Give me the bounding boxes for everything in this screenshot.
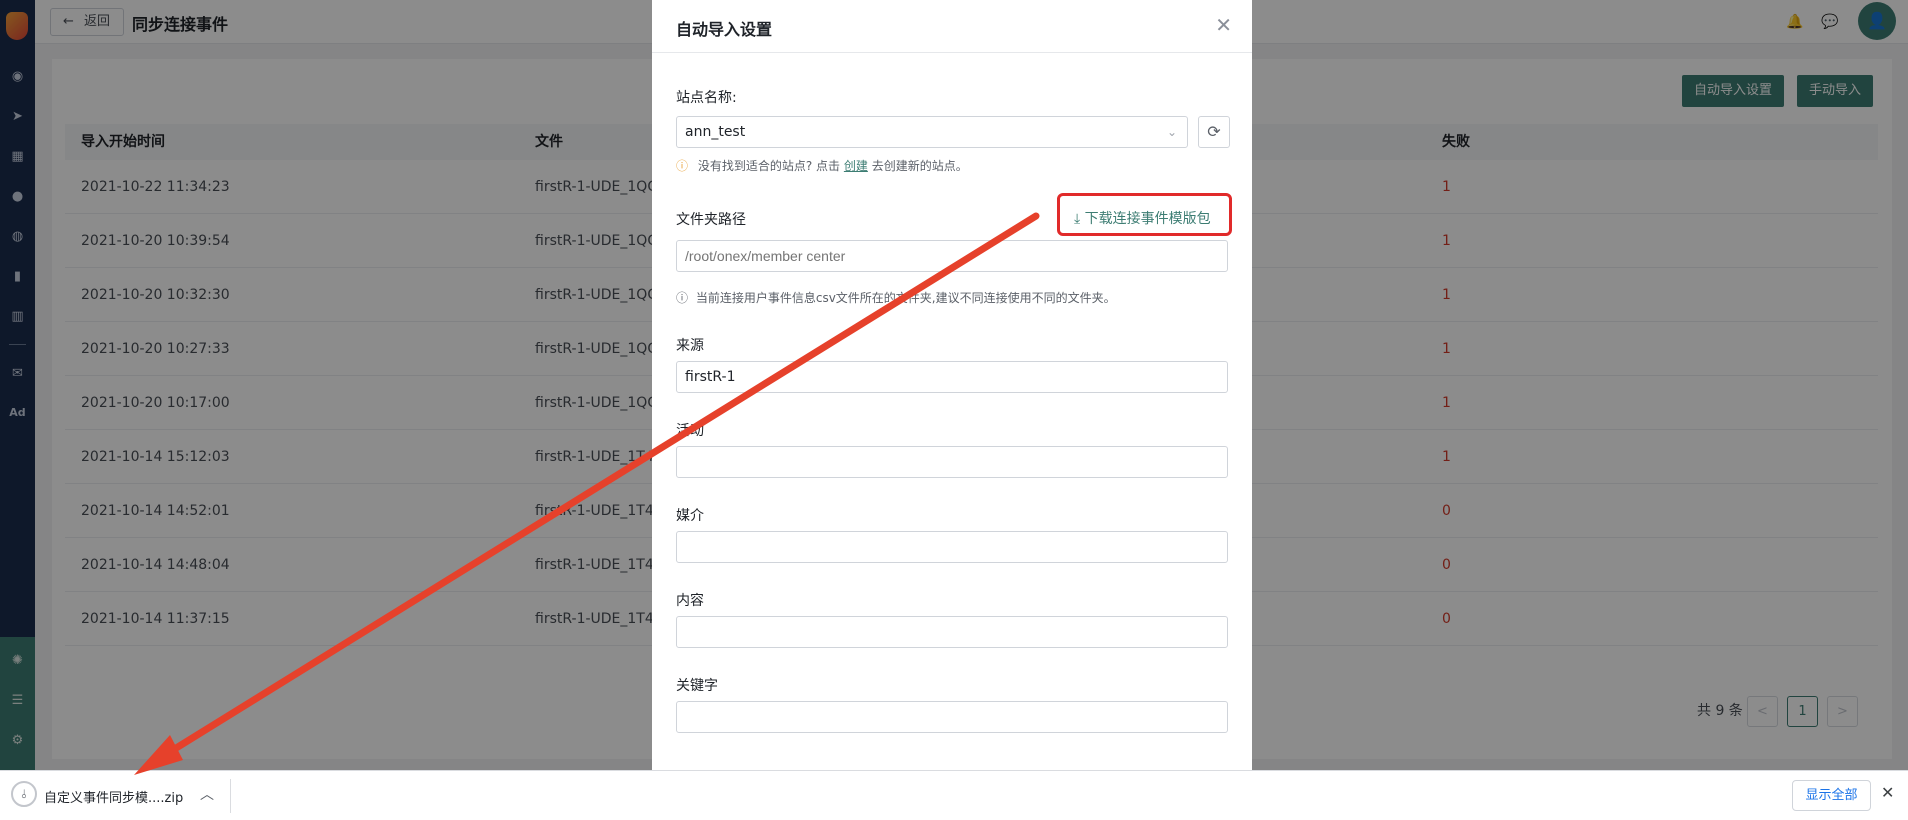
medium-label: 媒介: [676, 508, 704, 524]
chevron-down-icon: ⌄: [1166, 125, 1177, 139]
folder-path-label: 文件夹路径: [676, 212, 746, 228]
source-label: 来源: [676, 338, 704, 354]
keyword-input[interactable]: [676, 701, 1228, 733]
source-input[interactable]: firstR-1: [676, 361, 1228, 393]
refresh-icon[interactable]: ⟳: [1198, 116, 1230, 148]
download-template-link[interactable]: ⤓ 下载连接事件模版包: [1074, 208, 1211, 228]
site-hint-suffix: 去创建新的站点。: [871, 159, 968, 173]
keyword-label: 关键字: [676, 678, 718, 694]
auto-import-modal: 自动导入设置 ✕ 站点名称: ann_test ⌄ ⟳ ⓘ 没有找到适合的站点?…: [652, 0, 1252, 770]
site-hint-prefix: 没有找到适合的站点? 点击: [697, 159, 841, 173]
modal-title: 自动导入设置: [676, 20, 773, 39]
download-bar: ⫰ 自定义事件同步模....zip ︿ 显示全部 ✕: [0, 770, 1908, 820]
campaign-label: 活动: [676, 423, 704, 439]
close-icon[interactable]: ✕: [1215, 14, 1232, 36]
chevron-up-icon[interactable]: ︿: [200, 784, 214, 804]
download-bar-divider: [230, 779, 231, 813]
create-site-link[interactable]: 创建: [844, 159, 868, 173]
content-label: 内容: [676, 593, 704, 609]
folder-hint-text: 当前连接用户事件信息csv文件所在的文件夹,建议不同连接使用不同的文件夹。: [695, 291, 1116, 305]
download-file-name[interactable]: 自定义事件同步模....zip: [44, 787, 183, 806]
site-hint: ⓘ 没有找到适合的站点? 点击 创建 去创建新的站点。: [676, 157, 968, 174]
campaign-input[interactable]: [676, 446, 1228, 478]
modal-divider: [652, 52, 1252, 53]
site-select[interactable]: ann_test ⌄: [676, 116, 1188, 148]
medium-input[interactable]: [676, 531, 1228, 563]
close-download-bar-icon[interactable]: ✕: [1881, 783, 1894, 802]
info-icon: ⓘ: [676, 291, 689, 305]
download-progress-icon[interactable]: ⫰: [11, 781, 37, 807]
show-all-button[interactable]: 显示全部: [1792, 780, 1871, 811]
site-select-value: ann_test: [685, 124, 746, 140]
download-icon: ⤓: [1074, 211, 1081, 227]
folder-hint: ⓘ 当前连接用户事件信息csv文件所在的文件夹,建议不同连接使用不同的文件夹。: [676, 289, 1116, 306]
download-template-label: 下载连接事件模版包: [1084, 211, 1211, 227]
site-name-label: 站点名称:: [676, 90, 737, 106]
content-input[interactable]: [676, 616, 1228, 648]
warning-icon: ⓘ: [676, 159, 689, 173]
folder-path-input[interactable]: [676, 240, 1228, 272]
